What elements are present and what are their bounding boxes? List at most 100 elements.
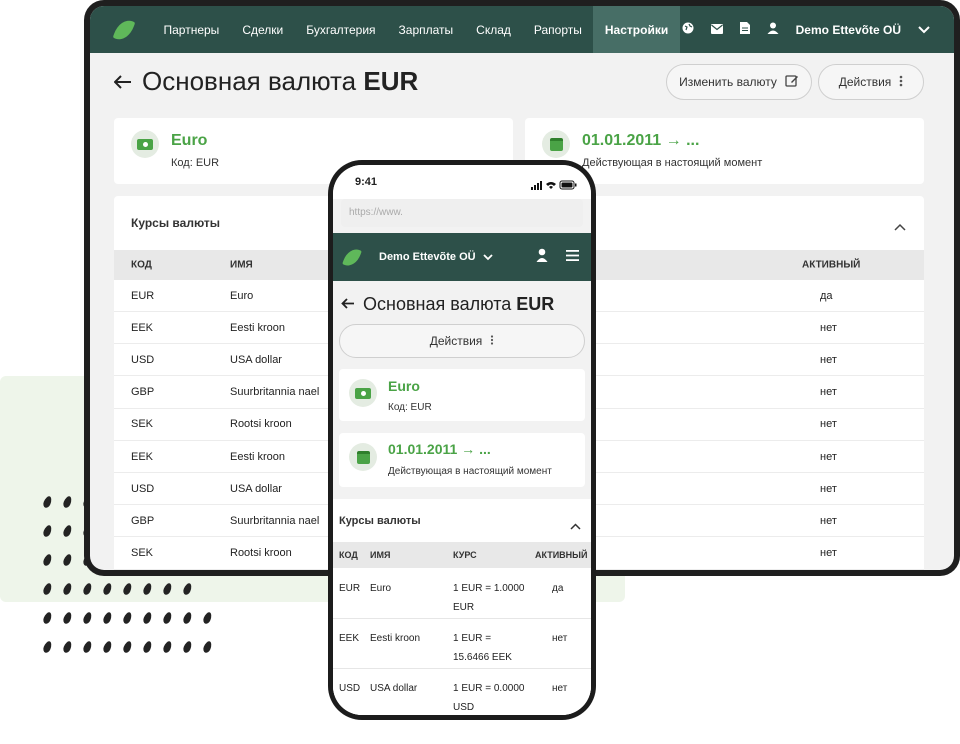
row-rate-line1: 1 EUR = 1.0000 xyxy=(453,583,525,594)
row-active: нет xyxy=(820,547,837,560)
decorative-dot xyxy=(162,582,173,596)
actions-button[interactable]: Действия xyxy=(818,64,924,100)
row-rate: 1 EUR = 1.0000 EUR xyxy=(453,579,524,617)
nav-item-deals[interactable]: Сделки xyxy=(231,6,295,53)
nav-item-warehouse[interactable]: Склад xyxy=(465,6,523,53)
decorative-dot xyxy=(182,582,193,596)
chevron-down-icon[interactable] xyxy=(918,23,930,37)
decorative-dot xyxy=(142,640,153,654)
row-rate-line1: 1 EUR = 0.0000 xyxy=(453,683,525,694)
top-navigation: Партнеры Сделки Бухгалтерия Зарплаты Скл… xyxy=(90,6,954,53)
chevron-up-icon[interactable] xyxy=(894,218,906,236)
rates-section-title: Курсы валюты xyxy=(131,216,221,230)
row-rate-line2: EUR xyxy=(453,602,475,613)
nav-item-accounting[interactable]: Бухгалтерия xyxy=(295,6,387,53)
row-active: нет xyxy=(552,683,568,694)
row-name: Eesti kroon xyxy=(370,633,421,644)
row-rate: 1 EUR = 0.0000 USD xyxy=(453,679,524,715)
decorative-dot xyxy=(162,611,173,625)
column-rate[interactable]: КУРС xyxy=(453,550,477,560)
back-arrow-icon[interactable] xyxy=(113,69,132,95)
decorative-dot xyxy=(42,495,53,509)
row-code: GBP xyxy=(131,386,155,399)
column-name[interactable]: ИМЯ xyxy=(370,550,390,560)
row-code: EEK xyxy=(131,450,154,463)
decorative-dot xyxy=(102,640,113,654)
row-name: Suurbritannia nael xyxy=(230,386,320,399)
logo-leaf-icon[interactable] xyxy=(112,16,136,43)
row-code: GBP xyxy=(131,514,155,527)
mobile-validity-range: 01.01.2011 → ... xyxy=(388,441,491,457)
row-name: USA dollar xyxy=(230,353,282,366)
row-rate-line2: USD xyxy=(453,702,475,713)
hamburger-menu-icon[interactable] xyxy=(566,248,579,266)
table-row[interactable]: EUR Euro 1 EUR = 1.0000 EUR да xyxy=(333,569,591,619)
globe-icon[interactable] xyxy=(682,22,694,37)
mobile-page-header: Основная валюта EUR xyxy=(341,294,554,315)
row-name: Eesti kroon xyxy=(230,321,286,334)
table-row[interactable]: EEK Eesti kroon 1 EUR = 15.6466 EEK нет xyxy=(333,619,591,669)
nav-item-partners[interactable]: Партнеры xyxy=(152,6,231,53)
chevron-down-icon[interactable] xyxy=(482,248,493,266)
validity-range: 01.01.2011 → ... xyxy=(582,132,700,149)
actions-label: Действия xyxy=(838,75,892,89)
column-active[interactable]: АКТИВНЫЙ xyxy=(535,550,587,560)
decorative-dot xyxy=(42,524,53,538)
nav-right: Demo Ettevõte OÜ xyxy=(682,22,954,37)
row-active: да xyxy=(552,583,564,594)
decorative-dot xyxy=(102,582,113,596)
validity-status: Действующая в настоящий момент xyxy=(582,157,763,169)
row-code: USD xyxy=(339,683,361,694)
logo-leaf-icon[interactable] xyxy=(342,245,362,269)
column-code[interactable]: КОД xyxy=(339,550,358,560)
currency-code: Код: EUR xyxy=(171,157,220,169)
chevron-up-icon[interactable] xyxy=(570,517,581,535)
nav-item-reports[interactable]: Рапорты xyxy=(522,6,593,53)
mobile-validity-status: Действующая в настоящий момент xyxy=(388,466,552,477)
mobile-page-title: Основная валюта EUR xyxy=(363,294,554,315)
row-name: USA dollar xyxy=(370,683,418,694)
decorative-dot xyxy=(142,611,153,625)
mobile-actions-label: Действия xyxy=(429,334,483,348)
column-code[interactable]: КОД xyxy=(131,260,152,271)
user-icon[interactable] xyxy=(536,248,548,267)
decorative-dot xyxy=(62,640,73,654)
page-title-text: Основная валюта xyxy=(142,66,357,96)
mobile-rates-section-title: Курсы валюты xyxy=(339,515,421,527)
decorative-dot xyxy=(42,640,53,654)
phone-frame: 9:41 https://www. Demo Ettevõte OÜ Основ… xyxy=(328,160,596,720)
row-rate: 1 EUR = 15.6466 EEK xyxy=(453,629,512,667)
main-menu: Партнеры Сделки Бухгалтерия Зарплаты Скл… xyxy=(152,6,680,53)
nav-item-settings[interactable]: Настройки xyxy=(593,6,680,53)
mobile-company-switcher[interactable]: Demo Ettevõte OÜ xyxy=(379,251,476,263)
decorative-dot xyxy=(202,611,213,625)
mobile-top-navigation: Demo Ettevõte OÜ xyxy=(333,233,591,281)
decorative-dot xyxy=(182,640,193,654)
row-code: USD xyxy=(131,353,155,366)
row-name: USA dollar xyxy=(230,482,282,495)
nav-item-salaries[interactable]: Зарплаты xyxy=(387,6,465,53)
url-bar[interactable]: https://www. xyxy=(341,199,583,227)
back-arrow-icon[interactable] xyxy=(341,296,355,314)
decorative-dot xyxy=(142,582,153,596)
table-row[interactable]: USD USA dollar 1 EUR = 0.0000 USD нет xyxy=(333,669,591,715)
row-name: Rootsi kroon xyxy=(230,547,292,560)
user-icon[interactable] xyxy=(767,22,779,37)
row-active: нет xyxy=(820,514,837,527)
mobile-actions-button[interactable]: Действия xyxy=(339,324,585,358)
company-switcher[interactable]: Demo Ettevõte OÜ xyxy=(796,23,901,37)
row-name: Eesti kroon xyxy=(230,450,286,463)
column-name[interactable]: ИМЯ xyxy=(230,260,253,271)
row-code: EEK xyxy=(131,321,154,334)
money-icon xyxy=(349,379,377,407)
decorative-dot xyxy=(122,582,133,596)
decorative-dot xyxy=(62,553,73,567)
decorative-dot xyxy=(42,582,53,596)
column-active[interactable]: АКТИВНЫЙ xyxy=(802,260,860,271)
row-active: нет xyxy=(820,321,837,334)
row-rate-line2: 15.6466 EEK xyxy=(453,652,512,663)
mail-icon[interactable] xyxy=(710,23,723,37)
document-icon[interactable] xyxy=(739,22,750,37)
row-name: Euro xyxy=(230,289,254,302)
change-currency-button[interactable]: Изменить валюту xyxy=(666,64,812,100)
